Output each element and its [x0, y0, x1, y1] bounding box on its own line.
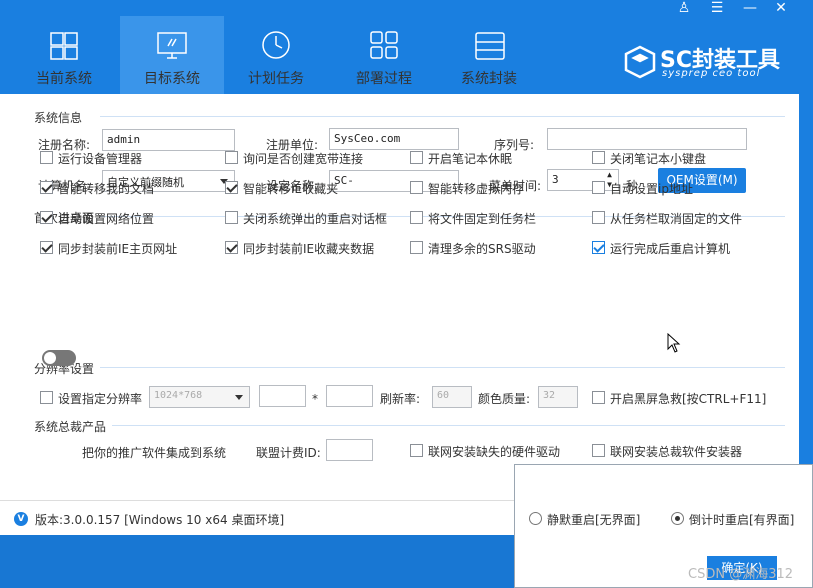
option-label: 清理多余的SRS驱动	[428, 242, 536, 256]
grid-icon	[332, 30, 436, 62]
tab-system-package[interactable]: 系统封装	[437, 16, 541, 94]
tab-current-system[interactable]: 当前系统	[12, 16, 116, 94]
watermark: CSDN @渊海312	[688, 567, 794, 582]
clock-icon	[224, 30, 328, 62]
union-id-label: 联盟计费ID:	[256, 446, 321, 460]
tab-label: 计划任务	[248, 71, 304, 87]
section-ceo-products: 系统总裁产品	[34, 420, 107, 434]
option-label: 自动设置ip地址	[610, 182, 693, 196]
install-ceo-installer-label: 联网安装总裁软件安装器	[610, 445, 743, 459]
install-drivers-label: 联网安装缺失的硬件驱动	[428, 445, 561, 459]
option-label: 从任务栏取消固定的文件	[610, 212, 743, 226]
option-checkbox[interactable]	[225, 181, 238, 194]
menu-icon[interactable]: ☰	[704, 0, 730, 16]
option-label: 关闭笔记本小键盘	[610, 152, 707, 166]
color-quality-label: 颜色质量:	[478, 392, 531, 406]
option-label: 自动设置网络位置	[58, 212, 155, 226]
option-checkbox[interactable]	[592, 211, 605, 224]
header-bar: ♙ ☰ — ✕ 当前系统 目标系统 计划任务 部署过程 系统封装 SC封装工具 …	[0, 0, 799, 94]
option-checkbox[interactable]	[410, 151, 423, 164]
install-drivers-checkbox[interactable]	[410, 444, 423, 457]
divider	[112, 425, 785, 426]
tab-label: 当前系统	[36, 71, 92, 87]
version-text: 版本:3.0.0.157 [Windows 10 x64 桌面环境]	[35, 513, 285, 527]
monitor-icon	[120, 30, 224, 62]
option-label: 智能转移我的文档	[58, 182, 155, 196]
option-checkbox[interactable]	[592, 151, 605, 164]
option-checkbox[interactable]	[225, 151, 238, 164]
reg-name-input[interactable]: admin	[102, 129, 235, 151]
option-label: 将文件固定到任务栏	[428, 212, 537, 226]
option-label: 运行完成后重启计算机	[610, 242, 731, 256]
countdown-restart-label: 倒计时重启[有界面]	[689, 513, 795, 527]
option-checkbox[interactable]	[410, 211, 423, 224]
windows-icon	[12, 30, 116, 62]
divider	[100, 116, 785, 117]
tab-deploy-process[interactable]: 部署过程	[332, 16, 436, 94]
tab-scheduled-tasks[interactable]: 计划任务	[224, 16, 328, 94]
option-checkbox[interactable]	[40, 181, 53, 194]
times-sign: *	[312, 392, 318, 406]
close-button[interactable]: ✕	[768, 0, 794, 16]
option-label: 同步封装前IE主页网址	[58, 242, 178, 256]
main-panel: 系统信息 注册名称: admin 注册单位: SysCeo.com 序列号: 计…	[0, 94, 799, 500]
set-resolution-checkbox[interactable]	[40, 391, 53, 404]
silent-restart-label: 静默重启[无界面]	[547, 513, 641, 527]
brand-logo-icon	[622, 44, 658, 80]
option-label: 智能转移虚拟内存	[428, 182, 525, 196]
tab-target-system[interactable]: 目标系统	[120, 16, 224, 94]
option-checkbox[interactable]	[40, 211, 53, 224]
countdown-restart-radio[interactable]	[671, 512, 684, 525]
section-system-info: 系统信息	[34, 111, 83, 125]
option-checkbox[interactable]	[410, 241, 423, 254]
color-quality-input[interactable]: 32	[538, 386, 578, 408]
tab-label: 目标系统	[144, 71, 200, 87]
set-resolution-label: 设置指定分辨率	[58, 392, 143, 406]
brand-subtitle: sysprep ceo tool	[662, 68, 761, 79]
option-label: 运行设备管理器	[58, 152, 143, 166]
serial-input[interactable]	[547, 128, 747, 150]
option-checkbox[interactable]	[225, 241, 238, 254]
resolution-preset-value: 1024*768	[154, 390, 203, 401]
silent-restart-radio[interactable]	[529, 512, 542, 525]
option-checkbox[interactable]	[40, 241, 53, 254]
minimize-button[interactable]: —	[737, 0, 763, 16]
option-checkbox[interactable]	[225, 211, 238, 224]
server-icon	[437, 30, 541, 62]
option-label: 智能转移IE收藏夹	[243, 182, 339, 196]
resolution-width-input[interactable]	[259, 385, 306, 407]
promo-software-label: 把你的推广软件集成到系统	[82, 446, 227, 460]
resolution-height-input[interactable]	[326, 385, 373, 407]
chevron-down-icon	[235, 395, 243, 400]
option-label: 同步封装前IE收藏夹数据	[243, 242, 375, 256]
option-checkbox[interactable]	[410, 181, 423, 194]
option-label: 关闭系统弹出的重启对话框	[243, 212, 388, 226]
option-checkbox[interactable]	[592, 181, 605, 194]
promo-software-toggle[interactable]	[42, 350, 76, 366]
resolution-preset-select[interactable]: 1024*768	[149, 386, 250, 408]
reg-org-input[interactable]: SysCeo.com	[329, 128, 459, 150]
refresh-rate-input[interactable]: 60	[432, 386, 472, 408]
menu-time-stepper[interactable]: 3 ▲ ▼	[547, 169, 619, 191]
version-badge-icon: V	[14, 512, 28, 526]
option-label: 开启笔记本休眠	[428, 152, 513, 166]
blackscreen-rescue-label: 开启黑屏急救[按CTRL+F11]	[610, 392, 767, 406]
user-icon[interactable]: ♙	[671, 0, 697, 16]
refresh-rate-label: 刷新率:	[380, 392, 421, 406]
mouse-cursor-icon	[667, 333, 681, 353]
union-id-input[interactable]	[326, 439, 373, 461]
tab-label: 部署过程	[356, 71, 412, 87]
option-label: 询问是否创建宽带连接	[243, 152, 364, 166]
install-ceo-installer-checkbox[interactable]	[592, 444, 605, 457]
option-checkbox[interactable]	[40, 151, 53, 164]
blackscreen-rescue-checkbox[interactable]	[592, 391, 605, 404]
option-checkbox[interactable]	[592, 241, 605, 254]
spin-up-icon[interactable]: ▲	[607, 170, 612, 179]
tab-label: 系统封装	[461, 71, 517, 87]
menu-time-value: 3	[552, 173, 559, 186]
divider	[100, 367, 785, 368]
